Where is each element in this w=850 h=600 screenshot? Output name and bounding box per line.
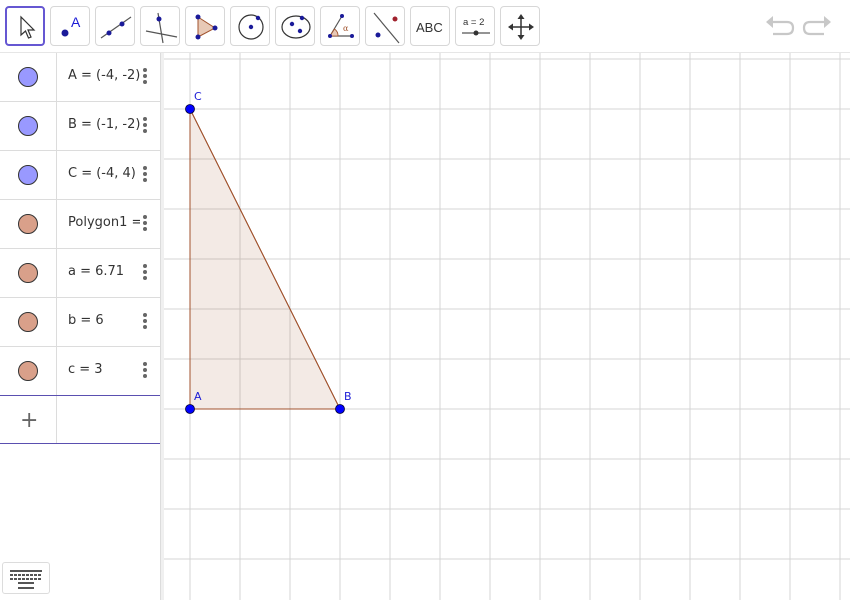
algebra-item-c[interactable]: c = 3: [0, 347, 160, 396]
svg-text:A: A: [71, 14, 81, 30]
plus-icon: +: [20, 408, 39, 433]
slider-icon: a = 2: [462, 17, 490, 36]
more-menu-icon[interactable]: [143, 361, 149, 381]
algebra-item-polygon1[interactable]: Polygon1 = 9: [0, 200, 160, 249]
svg-text:ABC: ABC: [416, 20, 443, 35]
undo-button[interactable]: [763, 10, 797, 42]
ellipse-icon: [281, 15, 311, 39]
algebra-expression[interactable]: C = (-4, 4): [68, 166, 140, 181]
more-menu-icon[interactable]: [143, 214, 149, 234]
triangle-polygon-icon: [195, 14, 218, 40]
ellipse-tool-button[interactable]: [275, 6, 315, 46]
angle-tool-button[interactable]: α: [320, 6, 360, 46]
circle-center-point-icon: [238, 14, 264, 40]
marble-cell: [0, 347, 57, 395]
visibility-toggle[interactable]: [18, 165, 38, 185]
marble-cell: [0, 102, 57, 150]
text-icon: ABC: [416, 20, 443, 35]
point-label-C: C: [194, 90, 202, 103]
line-tool-button[interactable]: [95, 6, 135, 46]
undo-icon: [766, 16, 795, 36]
algebra-item-B[interactable]: B = (-1, -2): [0, 102, 160, 151]
move-tool-button[interactable]: [5, 6, 45, 46]
algebra-item-C[interactable]: C = (-4, 4): [0, 151, 160, 200]
keyboard-icon: [10, 570, 42, 589]
polygon-tool-button[interactable]: [185, 6, 225, 46]
keyboard-button[interactable]: [2, 562, 50, 594]
graphics-canvas[interactable]: [164, 53, 850, 600]
more-menu-icon[interactable]: [143, 116, 149, 136]
visibility-toggle[interactable]: [18, 214, 38, 234]
reflect-tool-button[interactable]: [365, 6, 405, 46]
visibility-toggle[interactable]: [18, 361, 38, 381]
algebra-expression[interactable]: Polygon1 = 9: [68, 215, 140, 230]
redo-button[interactable]: [800, 10, 834, 42]
more-menu-icon[interactable]: [143, 165, 149, 185]
svg-text:α: α: [343, 24, 349, 33]
redo-icon: [802, 16, 831, 36]
point-icon: A: [61, 14, 81, 37]
visibility-toggle[interactable]: [18, 312, 38, 332]
point-B[interactable]: [335, 404, 345, 414]
algebra-item-a[interactable]: a = 6.71: [0, 249, 160, 298]
algebra-view: A = (-4, -2) B = (-1, -2) C = (-4, 4) Po…: [0, 53, 160, 600]
marble-cell: [0, 151, 57, 199]
graphics-view[interactable]: A B C: [164, 53, 850, 600]
algebra-expression[interactable]: a = 6.71: [68, 264, 140, 279]
algebra-item-A[interactable]: A = (-4, -2): [0, 53, 160, 102]
visibility-toggle[interactable]: [18, 263, 38, 283]
algebra-expression[interactable]: b = 6: [68, 313, 140, 328]
algebra-expression[interactable]: B = (-1, -2): [68, 117, 140, 132]
algebra-input-row[interactable]: +: [0, 395, 160, 444]
marble-cell: [0, 200, 57, 248]
svg-text:a = 2: a = 2: [463, 17, 484, 28]
point-label-A: A: [194, 390, 202, 403]
slider-tool-button[interactable]: a = 2: [455, 6, 495, 46]
angle-icon: α: [328, 14, 354, 38]
point-label-B: B: [344, 390, 352, 403]
more-menu-icon[interactable]: [143, 312, 149, 332]
text-tool-button[interactable]: ABC: [410, 6, 450, 46]
algebra-expression[interactable]: c = 3: [68, 362, 140, 377]
cursor-arrow-icon: [20, 15, 36, 39]
visibility-toggle[interactable]: [18, 67, 38, 87]
algebra-expression[interactable]: A = (-4, -2): [68, 68, 140, 83]
visibility-toggle[interactable]: [18, 116, 38, 136]
point-tool-button[interactable]: A: [50, 6, 90, 46]
line-icon: [100, 16, 132, 39]
marble-cell: [0, 53, 57, 101]
more-menu-icon[interactable]: [143, 263, 149, 283]
perpendicular-line-icon: [145, 12, 178, 44]
reflect-about-line-icon: [373, 12, 400, 44]
move-arrows-icon: [508, 14, 534, 40]
more-menu-icon[interactable]: [143, 67, 149, 87]
marble-cell: [0, 249, 57, 297]
point-A[interactable]: [185, 404, 195, 414]
point-C[interactable]: [185, 104, 195, 114]
input-marble-cell: +: [0, 396, 57, 443]
toolbar: A α ABC a = 2: [0, 0, 850, 52]
circle-tool-button[interactable]: [230, 6, 270, 46]
perpendicular-line-tool-button[interactable]: [140, 6, 180, 46]
marble-cell: [0, 298, 57, 346]
move-graphics-view-button[interactable]: [500, 6, 540, 46]
algebra-item-b[interactable]: b = 6: [0, 298, 160, 347]
